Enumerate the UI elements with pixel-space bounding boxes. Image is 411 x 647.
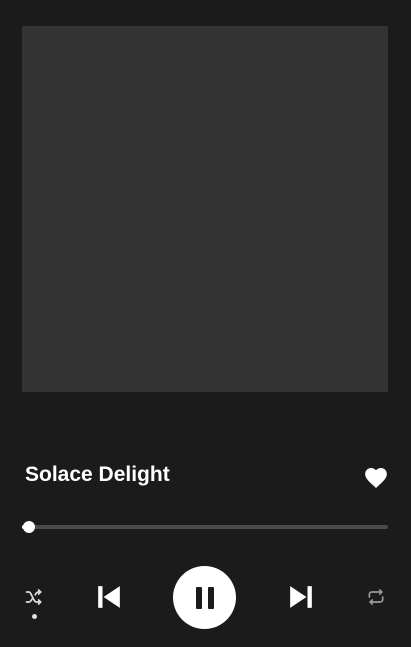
play-pause-button[interactable] <box>173 566 236 629</box>
previous-button[interactable] <box>95 583 123 611</box>
pause-icon <box>195 586 214 609</box>
shuffle-icon <box>25 589 42 605</box>
next-button[interactable] <box>287 583 315 611</box>
skip-next-icon <box>290 586 312 608</box>
heart-icon <box>365 468 387 488</box>
skip-previous-icon <box>98 586 120 608</box>
progress-track <box>22 525 388 529</box>
repeat-button[interactable] <box>363 586 389 608</box>
now-playing-screen: Solace Delight <box>0 0 411 647</box>
progress-thumb[interactable] <box>23 521 36 533</box>
track-title: Solace Delight <box>25 463 170 486</box>
shuffle-active-indicator <box>32 614 37 619</box>
shuffle-button[interactable] <box>22 586 46 608</box>
like-button[interactable] <box>363 465 389 491</box>
album-artwork <box>22 26 388 392</box>
progress-slider[interactable] <box>22 520 388 534</box>
repeat-icon <box>368 589 384 605</box>
